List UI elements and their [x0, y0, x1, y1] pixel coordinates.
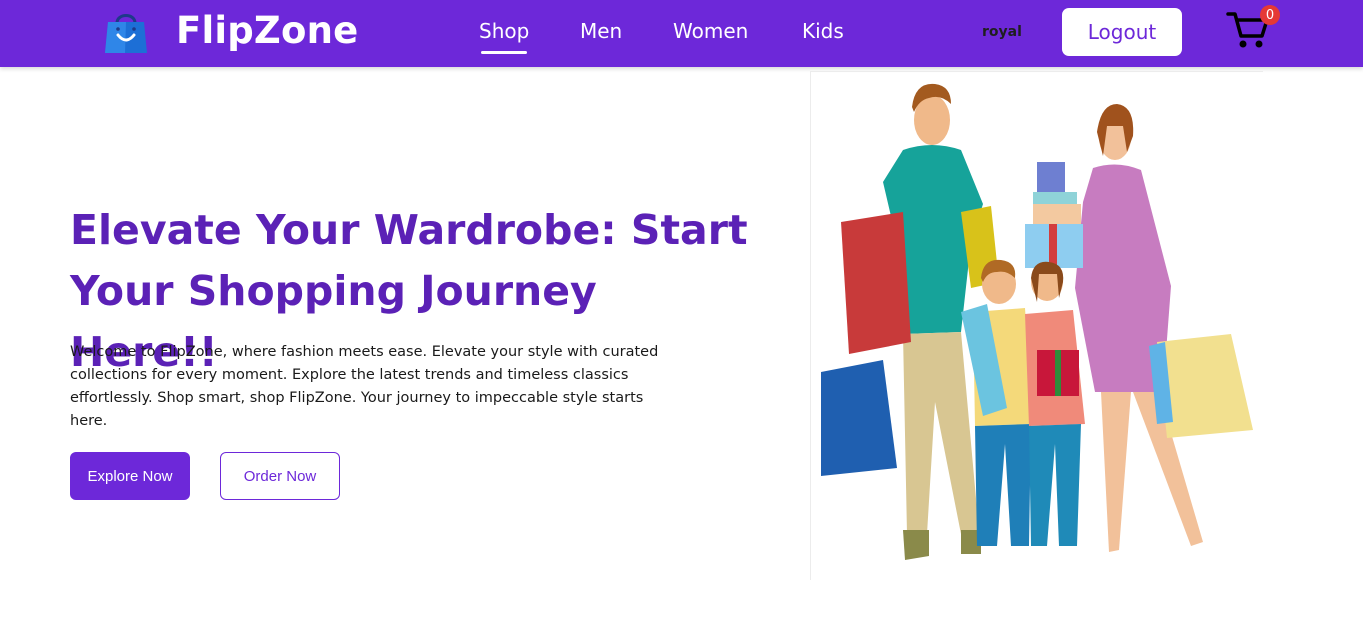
- cart-button[interactable]: 0: [1226, 5, 1286, 52]
- gift-stack: [1025, 162, 1083, 268]
- logout-button[interactable]: Logout: [1062, 8, 1182, 56]
- cart-count-badge: 0: [1260, 5, 1280, 25]
- nav-link-women[interactable]: Women: [673, 19, 748, 43]
- nav-link-men[interactable]: Men: [580, 19, 622, 43]
- username-label: royal: [982, 24, 1022, 40]
- woman-figure: [1075, 104, 1253, 552]
- explore-now-button[interactable]: Explore Now: [70, 452, 190, 500]
- girl-figure: [1025, 261, 1085, 546]
- navbar: FlipZone Shop Men Women Kids royal Logou…: [0, 0, 1363, 67]
- order-now-button[interactable]: Order Now: [220, 452, 340, 500]
- brand-name[interactable]: FlipZone: [176, 9, 358, 52]
- hero-description: Welcome to FlipZone, where fashion meets…: [70, 344, 659, 429]
- nav-link-shop[interactable]: Shop: [479, 19, 529, 54]
- nav-link-kids[interactable]: Kids: [802, 19, 844, 43]
- family-shopping-illustration: [810, 71, 1263, 580]
- shopping-bag-icon[interactable]: [103, 9, 149, 55]
